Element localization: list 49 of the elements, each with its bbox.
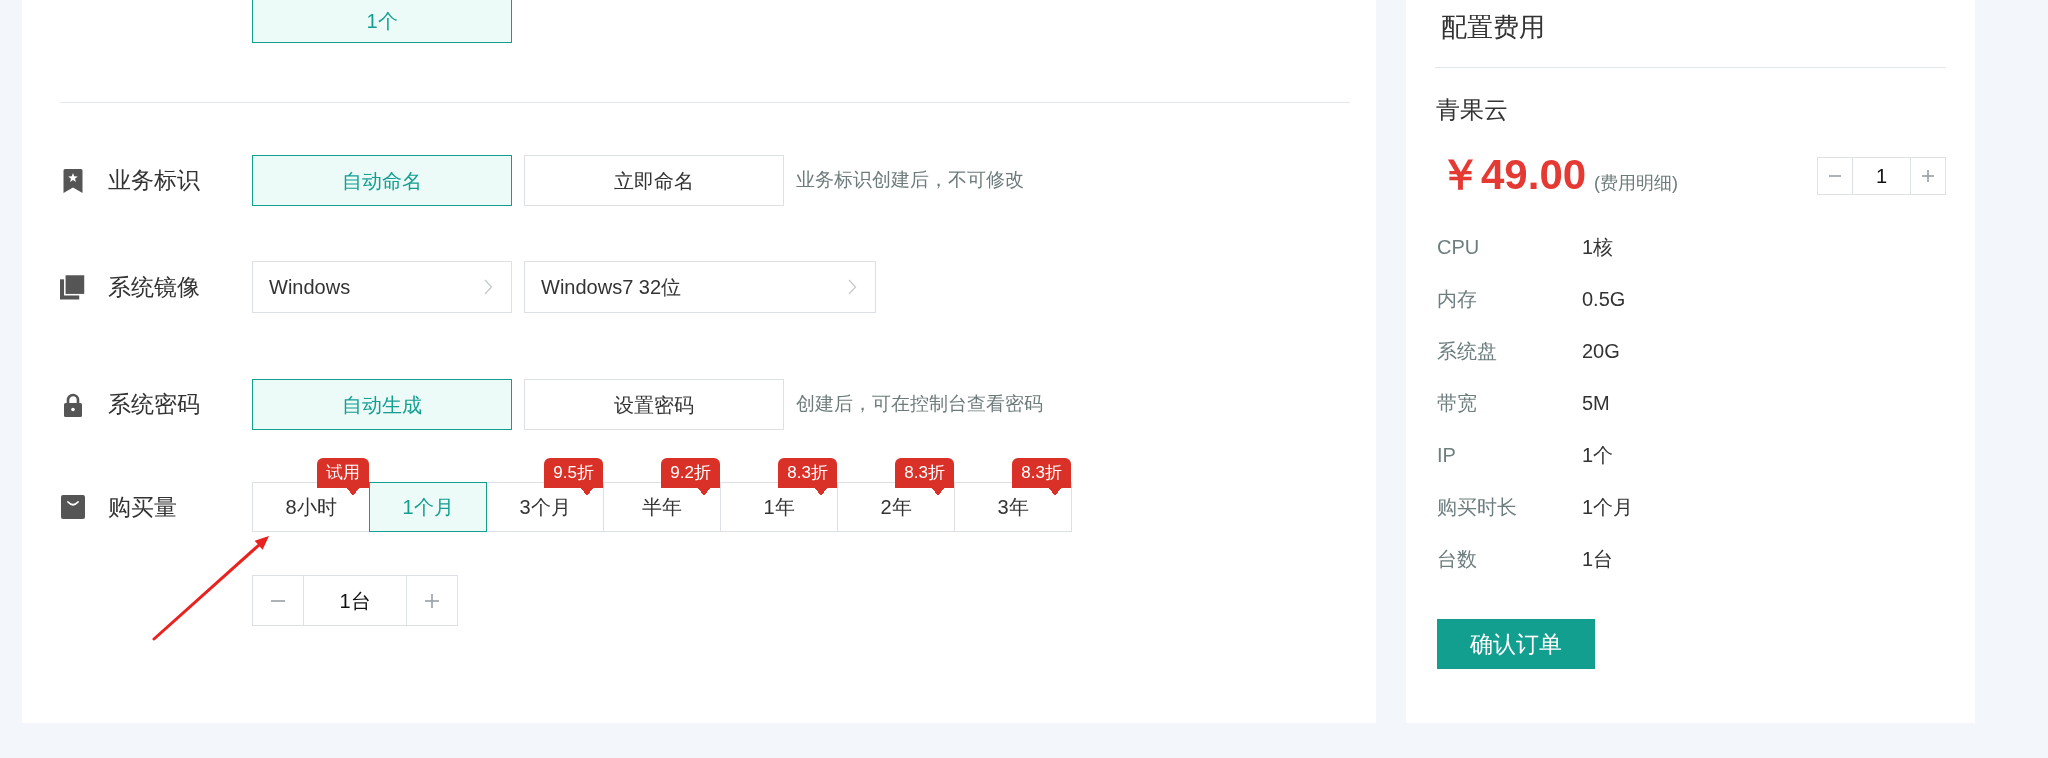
fee-detail-note: (费用明细) xyxy=(1594,171,1679,195)
fee-detail-link[interactable]: 费用明细 xyxy=(1600,172,1673,193)
spec-label: 系统盘 xyxy=(1437,339,1498,364)
hint-text: 业务标识创建后，不可修改 xyxy=(796,168,1024,193)
field-label: 业务标识 xyxy=(108,166,201,196)
spec-value: 0.5G xyxy=(1582,287,1626,312)
duration-tab[interactable]: 8小时 xyxy=(252,482,370,532)
decrease-button[interactable] xyxy=(1817,157,1853,195)
spec-value: 1个月 xyxy=(1582,495,1634,520)
spec-label: 带宽 xyxy=(1437,391,1478,416)
hint-text: 创建后，可在控制台查看密码 xyxy=(796,392,1043,417)
field-label: 系统密码 xyxy=(108,390,201,420)
spec-value: 1个 xyxy=(1582,443,1614,468)
spec-label: 台数 xyxy=(1437,547,1478,572)
bookmark-star-icon xyxy=(62,168,83,193)
spec-label: IP xyxy=(1437,443,1457,468)
spec-value: 1核 xyxy=(1582,235,1614,260)
plus-icon xyxy=(425,593,439,608)
increase-button[interactable] xyxy=(1910,157,1946,195)
price-text: ￥49.00 xyxy=(1439,155,1587,194)
spec-value: 20G xyxy=(1582,339,1620,364)
duration-tab[interactable]: 3年 xyxy=(954,482,1072,532)
duration-tab[interactable]: 半年 xyxy=(603,482,721,532)
field-label: 购买量 xyxy=(108,492,178,522)
product-name: 青果云 xyxy=(1435,95,1509,125)
option-button[interactable]: 设置密码 xyxy=(524,379,784,430)
spec-value: 1台 xyxy=(1582,547,1614,572)
duration-tab[interactable]: 1年 xyxy=(720,482,838,532)
lock-icon xyxy=(62,392,83,417)
plus-icon xyxy=(1922,170,1934,182)
decrease-button[interactable] xyxy=(252,575,304,626)
dropdown-select[interactable]: Windows xyxy=(252,261,512,313)
bag-icon xyxy=(60,495,85,519)
spec-label: 内存 xyxy=(1437,287,1478,312)
minus-icon xyxy=(1829,175,1841,177)
spec-label: CPU xyxy=(1437,235,1481,260)
chevron-right-icon xyxy=(484,279,493,295)
increase-button[interactable] xyxy=(406,575,458,626)
duration-tab[interactable]: 2年 xyxy=(837,482,955,532)
summary-title: 配置费用 xyxy=(1440,11,1546,44)
dropdown-select[interactable]: Windows7 32位 xyxy=(524,261,876,313)
option-button[interactable]: 立即命名 xyxy=(524,155,784,206)
minus-icon xyxy=(271,599,285,602)
stacked-squares-icon xyxy=(60,274,85,300)
duration-tab[interactable]: 3个月 xyxy=(486,482,604,532)
field-label: 系统镜像 xyxy=(108,272,201,302)
spec-value: 5M xyxy=(1582,391,1610,416)
spec-label: 购买时长 xyxy=(1437,495,1518,520)
chevron-right-icon xyxy=(848,279,857,295)
